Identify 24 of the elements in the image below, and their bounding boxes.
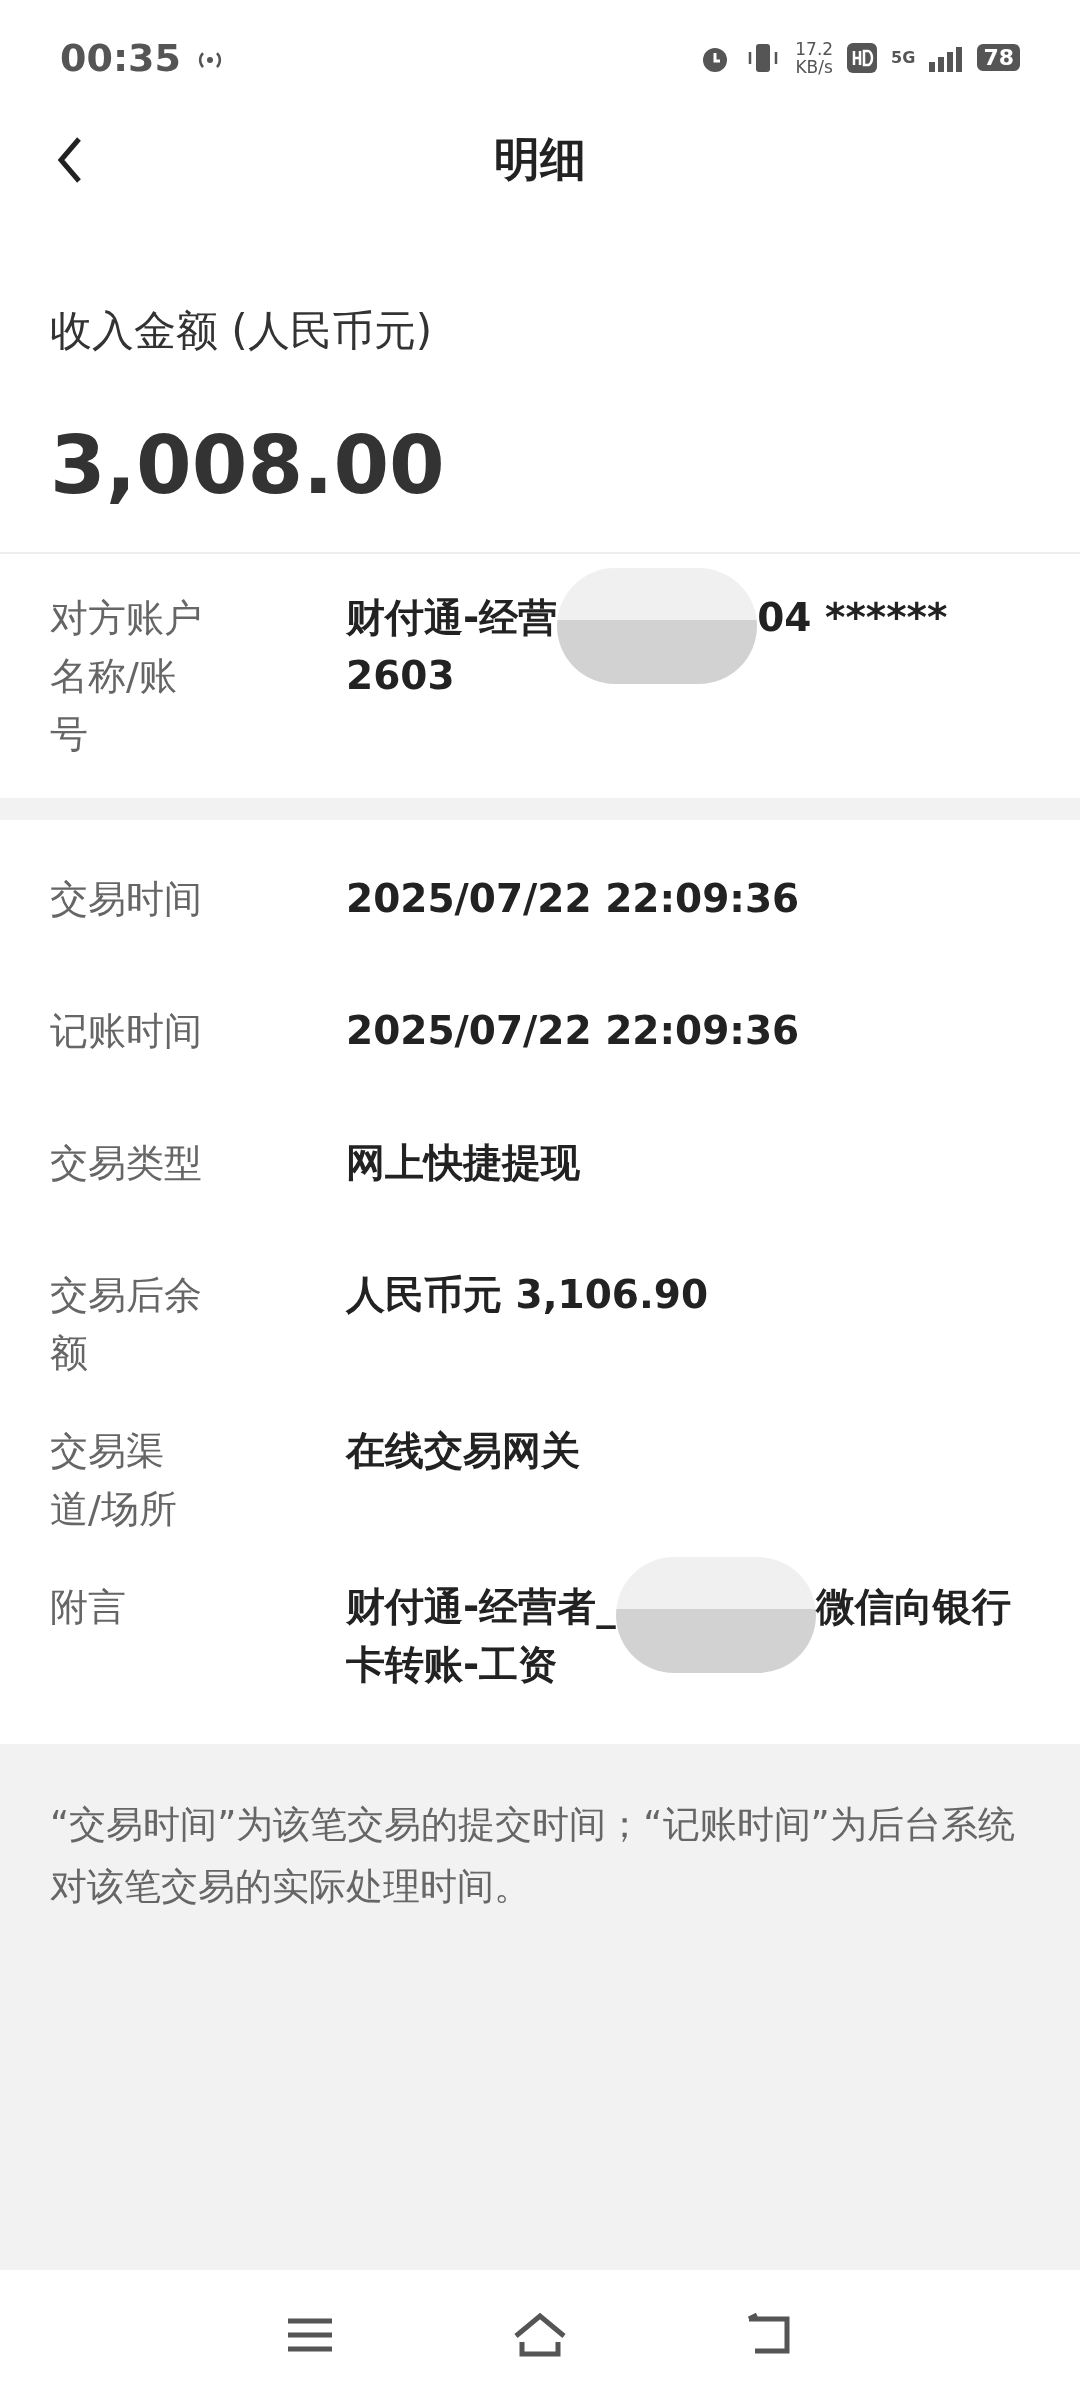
network-speed: 17.2 KB/s: [795, 39, 834, 76]
battery-level: 78: [977, 44, 1020, 71]
hd-icon: [847, 42, 878, 73]
field-label: 交易类型: [50, 1140, 203, 1187]
field-label: 交易渠道/场所: [50, 1428, 178, 1533]
field-value: 2025/07/22 22:09:36: [346, 1007, 801, 1055]
field-value: 2025/07/22 22:09:36: [346, 875, 801, 923]
field-value: 在线交易网关: [346, 1427, 581, 1475]
field-label: 对方账户名称/账号: [50, 595, 203, 758]
field-label: 交易时间: [50, 876, 203, 923]
status-time: 00:35: [60, 35, 181, 80]
field-label: 附言: [50, 1584, 127, 1631]
amount-value: 3,008.00: [50, 419, 446, 512]
field-value: 人民币元 3,106.90: [346, 1271, 710, 1319]
page-title: 明细: [494, 131, 586, 188]
field-label: 交易后余额: [50, 1272, 203, 1377]
field-value: 财付通-经营 04 ****** 2603: [346, 589, 1030, 705]
amount-label: 收入金额 (人民币元): [50, 305, 434, 357]
field-label: 记账时间: [50, 1008, 203, 1055]
field-value: 网上快捷提现: [346, 1139, 581, 1187]
field-value: 财付通-经营者_ 微信向银行卡转账-工资: [346, 1578, 1030, 1694]
note-text: “交易时间”为该笔交易的提交时间；“记账时间”为后台系统对该笔交易的实际处理时间。: [49, 1802, 1016, 1910]
home-icon: [512, 2312, 568, 2358]
network-type: 5G: [891, 48, 916, 67]
